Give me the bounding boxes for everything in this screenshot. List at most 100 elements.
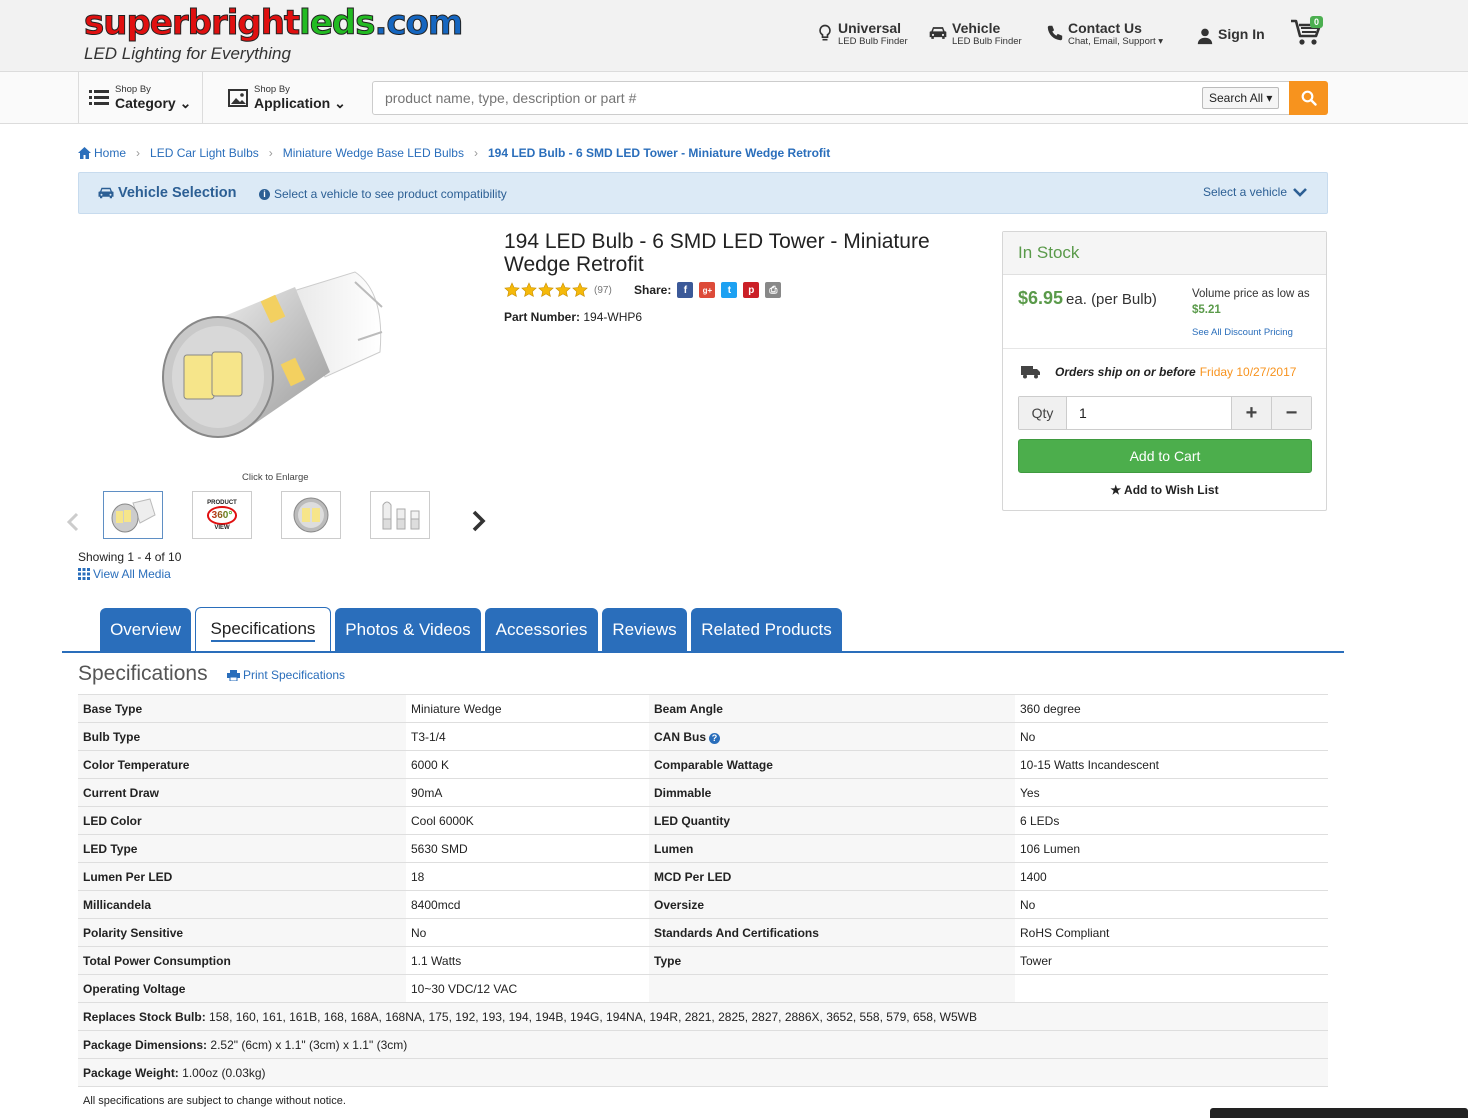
chevron-down-icon: ⌄ (179, 95, 192, 111)
shop-by-application-menu[interactable]: Shop By Application ⌄ (218, 72, 358, 124)
vehicle-selection-title: Vehicle Selection (97, 185, 236, 201)
qty-decrease-button[interactable]: − (1271, 397, 1311, 429)
shop-by-category-menu[interactable]: Shop By Category ⌄ (78, 72, 203, 124)
discount-pricing-link[interactable]: See All Discount Pricing (1192, 327, 1293, 338)
caret-down-icon: ▾ (1158, 36, 1164, 47)
print-icon[interactable]: ⎙ (765, 282, 782, 298)
gallery-thumbnail-360[interactable]: PRODUCT 360° VIEW (192, 491, 252, 539)
vehicle-sub: LED Bulb Finder (952, 36, 1022, 47)
shop-by-label: Shop By (254, 84, 290, 95)
car-icon (98, 187, 114, 199)
vehicle-bulb-finder-link[interactable]: Vehicle LED Bulb Finder (928, 20, 1022, 48)
help-icon[interactable]: ? (709, 732, 721, 744)
print-specifications-link[interactable]: Print Specifications (227, 668, 345, 682)
price-unit: ea. (per Bulb) (1066, 291, 1157, 308)
tab-related-products-label: Related Products (701, 620, 832, 639)
breadcrumb-miniature-wedge[interactable]: Miniature Wedge Base LED Bulbs (283, 146, 464, 160)
spec-key: Package Dimensions: (83, 1037, 208, 1052)
thumb-360-bottom-text: VIEW (214, 524, 230, 531)
site-logo[interactable]: superbrightleds.com (83, 3, 463, 43)
universal-bulb-finder-link[interactable]: Universal LED Bulb Finder (816, 20, 908, 48)
spec-key: Color Temperature (78, 750, 406, 779)
can-bus-label: CAN Bus (654, 729, 707, 744)
ship-date: Friday 10/27/2017 (1199, 364, 1297, 379)
gallery-thumbnail[interactable] (281, 491, 341, 539)
spec-value: No (1015, 890, 1328, 919)
gallery-prev-icon[interactable] (66, 512, 80, 532)
tab-specifications[interactable]: Specifications (195, 607, 331, 653)
printer-icon (227, 669, 240, 681)
logo-text-superbright: superbright (83, 3, 300, 43)
spec-value: T3-1/4 (406, 722, 649, 751)
vehicle-selection-hint: i Select a vehicle to see product compat… (259, 187, 507, 201)
table-row: Millicandela 8400mcd Oversize No (78, 890, 1328, 919)
table-row: LED Type 5630 SMD Lumen 106 Lumen (78, 834, 1328, 863)
logo-tagline: LED Lighting for Everything (84, 44, 291, 63)
buy-box: In Stock $6.95 ea. (per Bulb) Volume pric… (1002, 231, 1327, 511)
table-row: Base Type Miniature Wedge Beam Angle 360 de… (78, 694, 1328, 723)
select-vehicle-dropdown[interactable]: Select a vehicle (1203, 185, 1307, 199)
application-label: Application (254, 95, 331, 111)
breadcrumb-led-car-light-bulbs[interactable]: LED Car Light Bulbs (150, 146, 259, 160)
spec-value: Miniature Wedge (406, 694, 649, 723)
gallery-thumbnail[interactable] (103, 491, 163, 539)
spec-full-row: Replaces Stock Bulb: 158, 160, 161, 161B… (78, 1002, 1328, 1031)
spec-key: Comparable Wattage (649, 750, 1015, 779)
search-scope-dropdown[interactable]: Search All ▾ (1202, 87, 1280, 109)
twitter-icon[interactable]: t (721, 282, 738, 298)
universal-sub: LED Bulb Finder (838, 36, 908, 47)
qty-increase-button[interactable]: + (1231, 397, 1271, 429)
search-button[interactable] (1289, 81, 1328, 115)
search-bar-row: Shop ByCategory ⌄ Shop ByApplication ⌄ S… (0, 72, 1468, 124)
add-to-wishlist-link[interactable]: ★ Add to Wish List (1003, 483, 1326, 497)
chat-widget-bar[interactable] (1210, 1108, 1468, 1118)
vehicle-hint-text: Select a vehicle to see product compatib… (274, 187, 507, 201)
review-count[interactable]: (97) (594, 285, 612, 296)
facebook-icon[interactable]: f (677, 282, 694, 298)
user-icon (1197, 28, 1213, 45)
spec-value: 1.1 Watts (406, 946, 649, 975)
gallery-next-icon[interactable] (471, 510, 487, 532)
spec-value: 6000 K (406, 750, 649, 779)
thumb-360-badge: 360° (206, 505, 238, 525)
view-all-media-link[interactable]: View All Media (78, 567, 171, 581)
spec-value: No (406, 918, 649, 947)
breadcrumb-current[interactable]: 194 LED Bulb - 6 SMD LED Tower - Miniatu… (488, 146, 830, 160)
star-icon (572, 282, 588, 297)
tab-photos-videos[interactable]: Photos & Videos (335, 608, 481, 652)
tab-accessories[interactable]: Accessories (485, 608, 598, 652)
bulb-compare-thumbnail-image (382, 501, 420, 530)
spec-key: Lumen Per LED (78, 862, 406, 891)
star-icon (521, 282, 537, 297)
spec-value: 18 (406, 862, 649, 891)
search-icon (1301, 90, 1317, 106)
qty-input[interactable]: 1 (1067, 397, 1231, 429)
spec-key: Package Weight: (83, 1065, 179, 1080)
gallery-count: Showing 1 - 4 of 10 (78, 550, 182, 564)
shop-by-label: Shop By (115, 84, 151, 95)
rating-stars[interactable]: (97) (504, 282, 612, 298)
add-to-cart-button[interactable]: Add to Cart (1018, 439, 1312, 473)
tab-related-products[interactable]: Related Products (691, 608, 842, 652)
spec-key: Oversize (649, 890, 1015, 919)
spec-key: Replaces Stock Bulb: (83, 1009, 206, 1024)
search-input[interactable] (372, 81, 1290, 115)
chevron-down-icon (1293, 188, 1307, 197)
tab-reviews[interactable]: Reviews (602, 608, 687, 652)
category-label: Category (115, 95, 176, 111)
star-icon (538, 282, 554, 297)
spec-key (649, 974, 1015, 1003)
spec-value: 5630 SMD (406, 834, 649, 863)
contact-us-link[interactable]: Contact Us Chat, Email, Support ▾ (1046, 20, 1163, 48)
sign-in-link[interactable]: Sign In (1196, 26, 1265, 46)
product-main-image[interactable] (150, 252, 400, 452)
pinterest-icon[interactable]: p (743, 282, 760, 298)
home-icon (78, 147, 91, 159)
stock-status: In Stock (1003, 232, 1326, 275)
google-plus-icon[interactable]: g+ (699, 282, 716, 298)
gallery-thumbnail[interactable] (370, 491, 430, 539)
spec-value: 1400 (1015, 862, 1328, 891)
tab-overview[interactable]: Overview (100, 608, 191, 652)
table-row: Replaces Stock Bulb: 158, 160, 161, 161B… (78, 1002, 1328, 1031)
breadcrumb-home[interactable]: Home (94, 146, 126, 160)
